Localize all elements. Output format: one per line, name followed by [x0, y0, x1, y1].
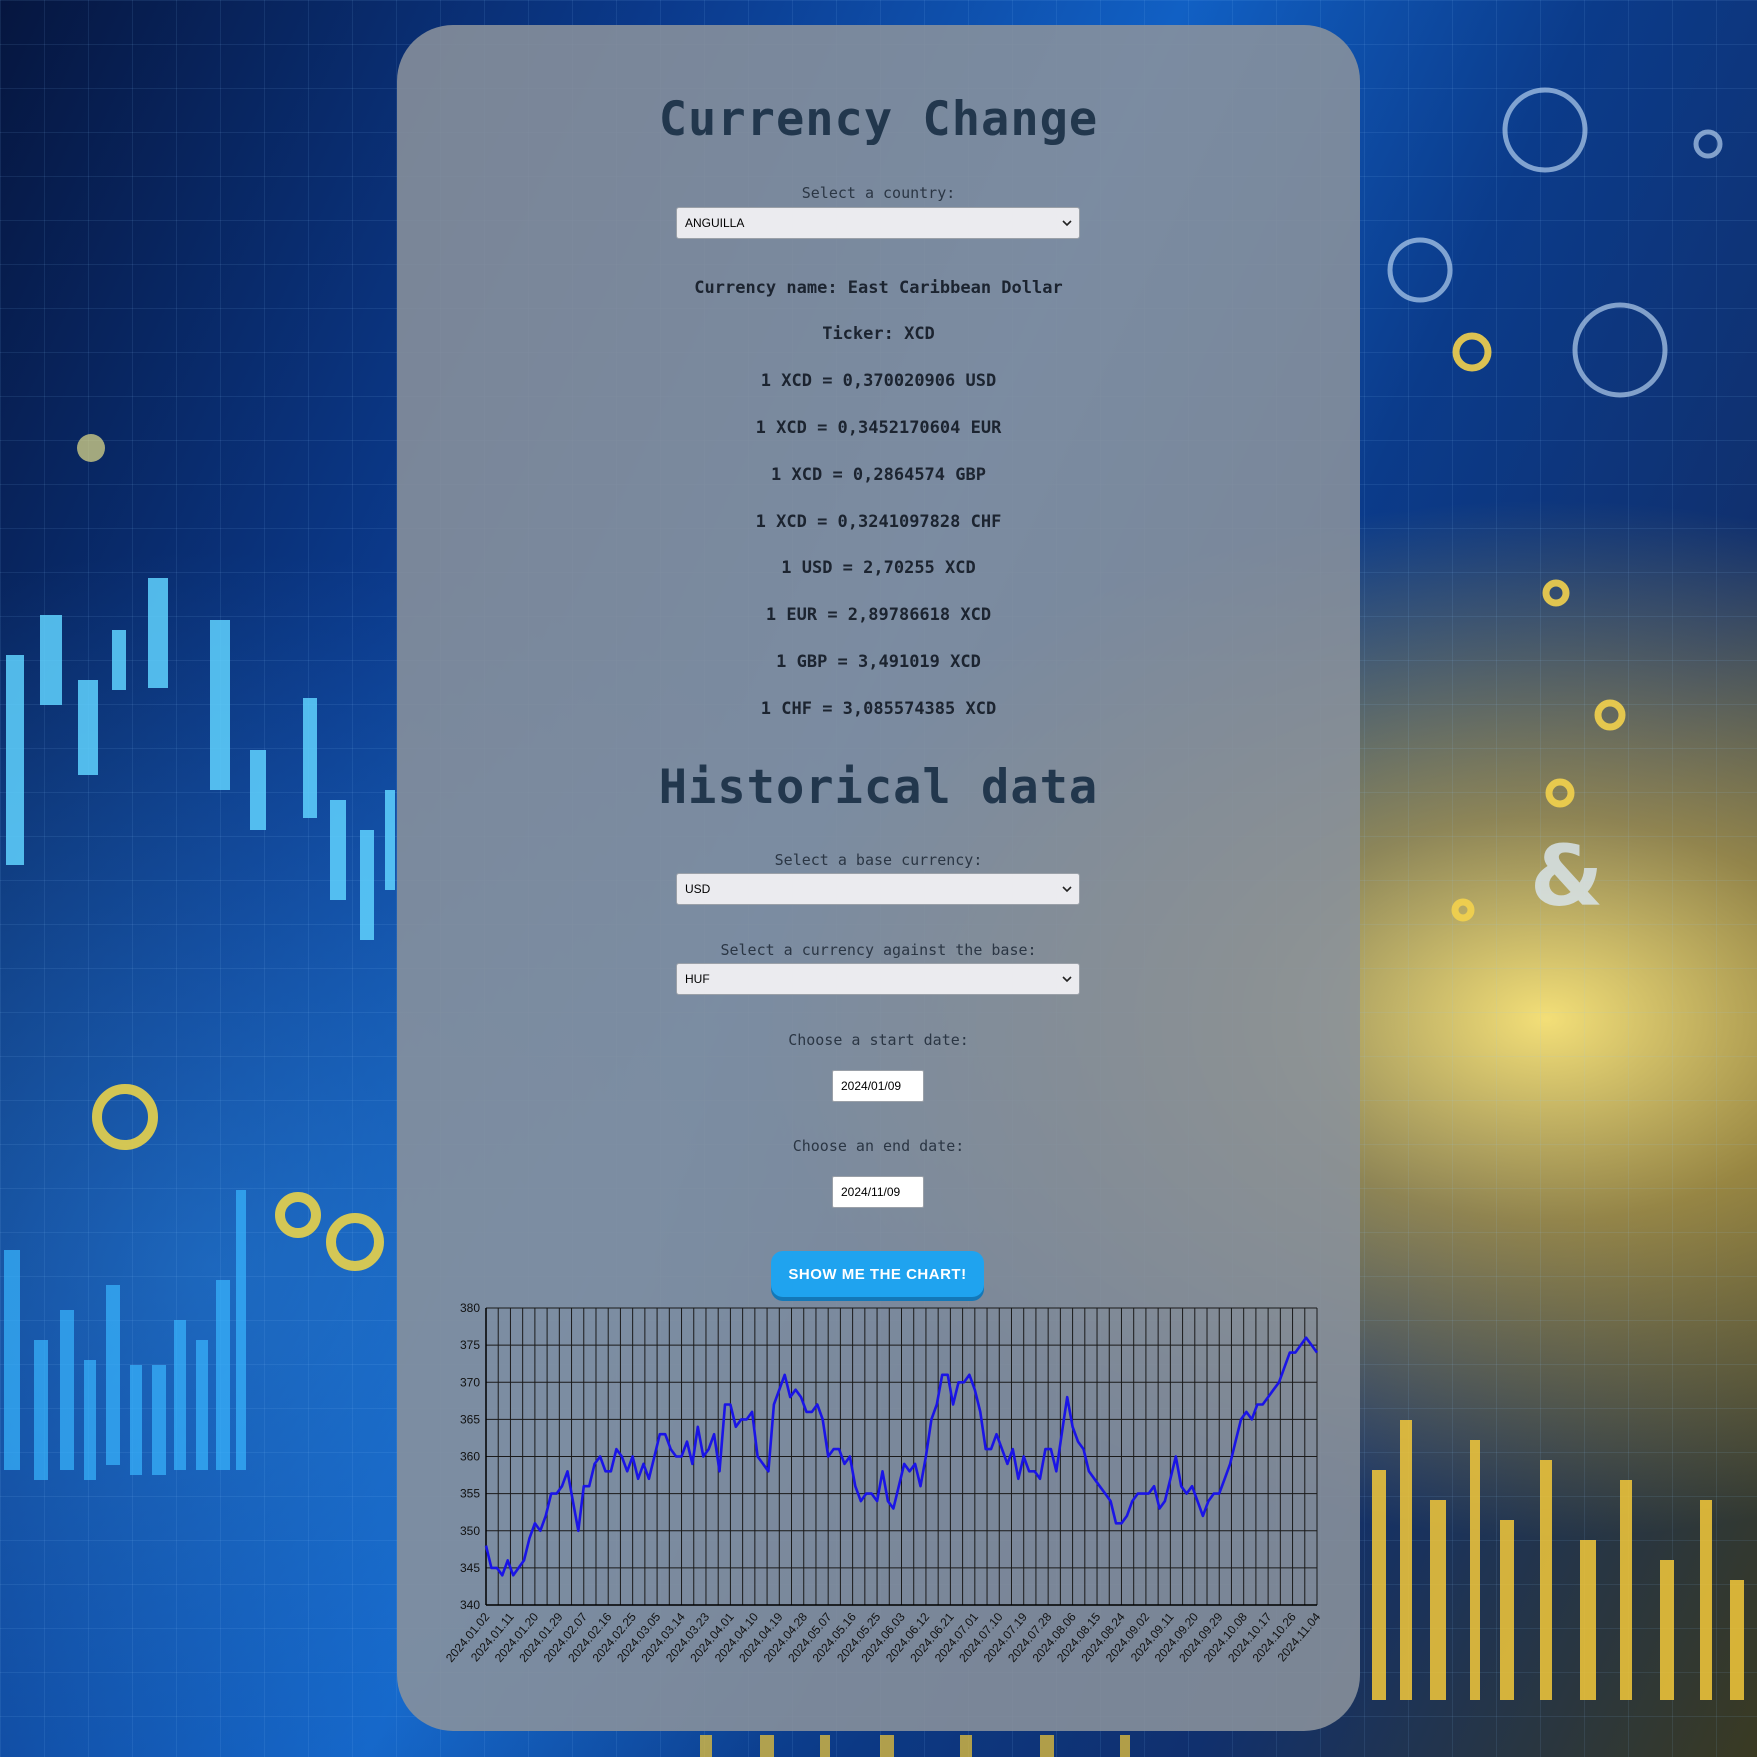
history-line-chart: 3403453503553603653703753802024.01.02202…: [443, 1301, 1324, 1665]
y-tick-label: 380: [460, 1301, 480, 1315]
svg-text:&: &: [1530, 827, 1603, 925]
y-tick-label: 355: [460, 1487, 480, 1501]
chevron-down-icon: [1062, 886, 1072, 893]
end-date-input[interactable]: 2024/11/09: [832, 1176, 924, 1208]
chevron-down-icon: [1062, 220, 1072, 227]
rate-line: 1 GBP = 3,491019 XCD: [776, 652, 981, 672]
y-tick-label: 370: [460, 1375, 480, 1389]
start-date-input[interactable]: 2024/01/09: [832, 1070, 924, 1102]
against-currency-label: Select a currency against the base:: [720, 941, 1037, 959]
chevron-down-icon: [1062, 976, 1072, 983]
base-currency-label: Select a base currency:: [774, 851, 983, 869]
y-tick-label: 375: [460, 1338, 480, 1352]
rate-line: 1 XCD = 0,2864574 GBP: [771, 465, 986, 485]
country-select[interactable]: ANGUILLA: [676, 207, 1080, 239]
y-tick-label: 345: [460, 1561, 480, 1575]
y-tick-label: 365: [460, 1412, 480, 1426]
country-select-value: ANGUILLA: [685, 216, 745, 230]
currency-name: Currency name: East Caribbean Dollar: [694, 278, 1063, 298]
show-chart-button[interactable]: SHOW ME THE CHART!: [771, 1251, 984, 1297]
page-title: Currency Change: [658, 92, 1099, 147]
end-date-label: Choose an end date:: [792, 1137, 965, 1155]
y-tick-label: 360: [460, 1450, 480, 1464]
against-currency-value: HUF: [685, 972, 710, 986]
rate-line: 1 EUR = 2,89786618 XCD: [765, 605, 992, 625]
rate-line: 1 XCD = 0,3241097828 CHF: [755, 512, 1002, 532]
currency-ticker: Ticker: XCD: [822, 324, 935, 344]
base-currency-select[interactable]: USD: [676, 873, 1080, 905]
rate-line: 1 USD = 2,70255 XCD: [781, 558, 976, 578]
y-tick-label: 350: [460, 1524, 480, 1538]
rate-line: 1 XCD = 0,3452170604 EUR: [755, 418, 1002, 438]
against-currency-select[interactable]: HUF: [676, 963, 1080, 995]
country-label: Select a country:: [801, 184, 956, 202]
historical-title: Historical data: [658, 760, 1099, 815]
rate-line: 1 CHF = 3,085574385 XCD: [760, 699, 997, 719]
y-tick-label: 340: [460, 1598, 480, 1612]
rate-line: 1 XCD = 0,370020906 USD: [760, 371, 997, 391]
base-currency-value: USD: [685, 882, 711, 896]
start-date-label: Choose a start date:: [788, 1031, 969, 1049]
